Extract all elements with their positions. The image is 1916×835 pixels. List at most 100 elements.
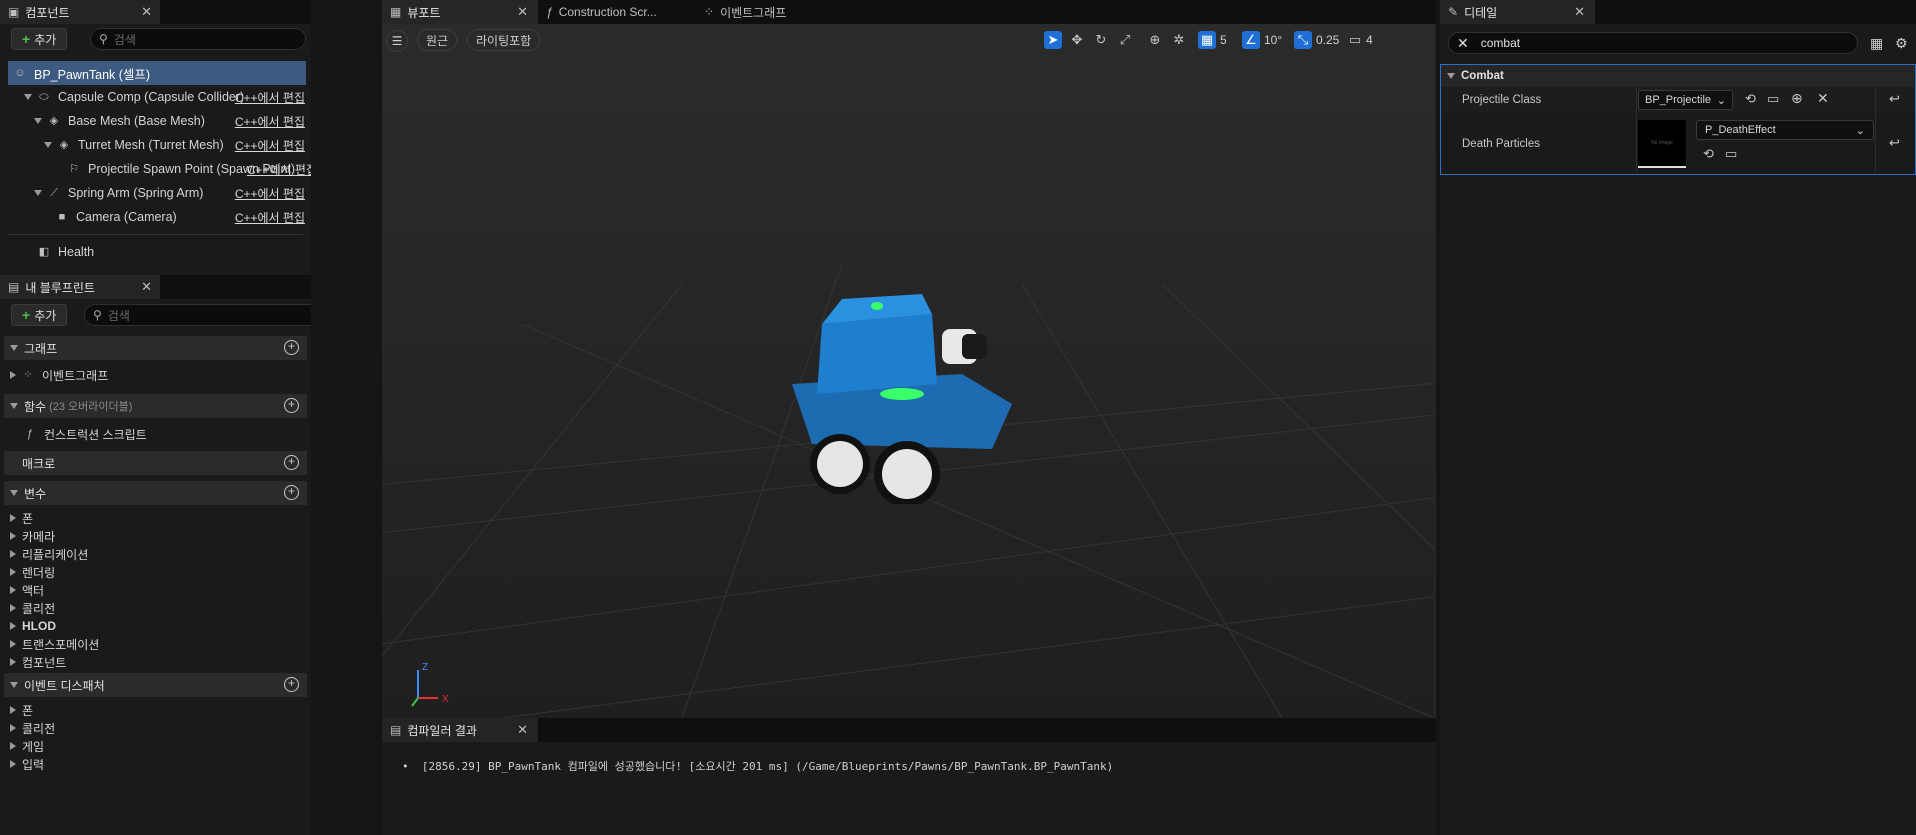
expand-icon[interactable] — [10, 550, 16, 558]
tab-viewport[interactable]: ▦ 뷰포트 ✕ — [382, 0, 538, 24]
viewport-menu-button[interactable]: ☰ — [386, 30, 408, 52]
expand-icon[interactable] — [10, 622, 16, 630]
expand-icon[interactable] — [10, 371, 16, 379]
expand-icon[interactable] — [10, 724, 16, 732]
expand-icon[interactable] — [24, 94, 32, 100]
variables-section-header[interactable]: 변수 + — [4, 481, 307, 505]
health-component-row[interactable]: ◧ Health — [38, 240, 308, 264]
expand-icon[interactable] — [10, 658, 16, 666]
collapse-icon[interactable] — [10, 682, 18, 688]
scale-snap-icon[interactable]: ⤡ — [1294, 31, 1312, 49]
add-graph-icon[interactable]: + — [284, 340, 299, 355]
rotate-icon[interactable]: ↻ — [1092, 31, 1110, 49]
expand-icon[interactable] — [10, 568, 16, 576]
asset-thumbnail[interactable]: No Image — [1638, 120, 1686, 168]
edit-in-cpp-link[interactable]: C++에서 편집 — [247, 161, 311, 178]
component-root-row[interactable]: ☺ BP_PawnTank (셀프) — [8, 61, 306, 85]
clear-icon[interactable]: ✕ — [1817, 90, 1829, 107]
edit-in-cpp-link[interactable]: C++에서 편집 — [235, 209, 305, 226]
component-row[interactable]: ⬭ Capsule Comp (Capsule Collider) C++에서 … — [24, 85, 311, 109]
tab-my-blueprint[interactable]: ▤ 내 블루프린트 ✕ — [0, 275, 160, 299]
camera-speed-icon[interactable]: ▭ — [1346, 31, 1364, 49]
details-search-input[interactable]: ✕ combat — [1448, 32, 1858, 54]
expand-icon[interactable] — [10, 586, 16, 594]
browse-to-asset-icon[interactable]: ⟲ — [1703, 146, 1714, 162]
expand-icon[interactable] — [44, 142, 52, 148]
expand-icon[interactable] — [10, 514, 16, 522]
variable-category[interactable]: 콜리전 — [0, 599, 99, 617]
scale-snap-value[interactable]: 0.25 — [1316, 33, 1339, 47]
close-icon[interactable]: ✕ — [141, 4, 152, 20]
expand-icon[interactable] — [10, 760, 16, 768]
tab-construction-script[interactable]: ƒ Construction Scr... — [538, 0, 696, 24]
camera-speed-value[interactable]: 4 — [1366, 33, 1373, 47]
browse-to-asset-icon[interactable]: ⟲ — [1745, 91, 1756, 107]
grid-snap-value[interactable]: 5 — [1220, 33, 1238, 47]
expand-icon[interactable] — [10, 742, 16, 750]
world-local-icon[interactable]: ⊕ — [1146, 31, 1164, 49]
collapse-icon[interactable] — [10, 490, 18, 496]
rotation-snap-icon[interactable]: ∠ — [1242, 31, 1260, 49]
browse-folder-icon[interactable]: ▭ — [1725, 146, 1737, 162]
variable-category[interactable]: 리플리케이션 — [0, 545, 99, 563]
macros-section-header[interactable]: 매크로 + — [4, 451, 307, 475]
tab-event-graph[interactable]: ⁘ 이벤트그래프 — [696, 0, 816, 24]
dispatcher-category[interactable]: 입력 — [0, 755, 55, 773]
scale-icon[interactable]: ⤢ — [1116, 31, 1134, 49]
variable-category[interactable]: 렌더링 — [0, 563, 99, 581]
browse-folder-icon[interactable]: ▭ — [1767, 91, 1779, 107]
variable-category[interactable]: 컴포넌트 — [0, 653, 99, 671]
projectile-class-dropdown[interactable]: BP_Projectile ⌄ — [1638, 90, 1733, 110]
select-icon[interactable]: ➤ — [1044, 31, 1062, 49]
reset-to-default-icon[interactable]: ↩ — [1889, 91, 1900, 107]
surface-snap-icon[interactable]: ✲ — [1170, 31, 1188, 49]
variable-category[interactable]: HLOD — [0, 617, 99, 635]
expand-icon[interactable] — [34, 190, 42, 196]
variable-category[interactable]: 트랜스포메이션 — [0, 635, 99, 653]
graphs-section-header[interactable]: 그래프 + — [4, 336, 307, 360]
dispatcher-category[interactable]: 게임 — [0, 737, 55, 755]
variable-category[interactable]: 카메라 — [0, 527, 99, 545]
expand-icon[interactable] — [10, 706, 16, 714]
edit-in-cpp-link[interactable]: C++에서 편집 — [235, 113, 305, 130]
close-icon[interactable]: ✕ — [517, 4, 528, 20]
add-member-button[interactable]: + 추가 — [11, 304, 68, 326]
add-variable-icon[interactable]: + — [284, 485, 299, 500]
collapse-icon[interactable] — [1447, 73, 1455, 79]
dispatcher-category[interactable]: 콜리전 — [0, 719, 55, 737]
grid-snap-icon[interactable]: ▦ — [1198, 31, 1216, 49]
expand-icon[interactable] — [10, 640, 16, 648]
death-particles-dropdown[interactable]: P_DeathEffect ⌄ — [1696, 120, 1874, 140]
construction-script-item[interactable]: ƒ 컨스트럭션 스크립트 — [14, 424, 147, 444]
rotation-snap-value[interactable]: 10° — [1264, 33, 1282, 47]
collapse-icon[interactable] — [10, 345, 18, 351]
tab-details[interactable]: ✎ 디테일 ✕ — [1440, 0, 1595, 24]
component-row[interactable]: ◈ Turret Mesh (Turret Mesh) C++에서 편집 — [44, 133, 311, 157]
reset-to-default-icon[interactable]: ↩ — [1889, 135, 1900, 151]
edit-in-cpp-link[interactable]: C++에서 편집 — [235, 89, 305, 106]
component-row[interactable]: ■ Camera (Camera) C++에서 편집 — [56, 205, 311, 229]
expand-icon[interactable] — [10, 604, 16, 612]
tab-compiler-results[interactable]: ▤ 컴파일러 결과 ✕ — [382, 718, 538, 742]
viewport[interactable]: Z X — [382, 24, 1434, 718]
close-icon[interactable]: ✕ — [517, 722, 528, 738]
lighting-mode-button[interactable]: 라이팅포함 — [467, 29, 541, 51]
edit-in-cpp-link[interactable]: C++에서 편집 — [235, 137, 305, 154]
variable-category[interactable]: 액터 — [0, 581, 99, 599]
add-dispatcher-icon[interactable]: + — [284, 677, 299, 692]
close-icon[interactable]: ✕ — [1574, 4, 1585, 20]
property-matrix-icon[interactable]: ▦ — [1870, 35, 1883, 52]
translate-icon[interactable]: ✥ — [1068, 31, 1086, 49]
tab-components[interactable]: ▣ 컴포넌트 ✕ — [0, 0, 160, 24]
event-graph-item[interactable]: ⁘ 이벤트그래프 — [0, 365, 108, 385]
functions-section-header[interactable]: 함수 (23 오버라이더블) + — [4, 394, 307, 418]
dispatchers-section-header[interactable]: 이벤트 디스패처 + — [4, 673, 307, 697]
gear-icon[interactable]: ⚙ — [1895, 35, 1908, 52]
edit-in-cpp-link[interactable]: C++에서 편집 — [235, 185, 305, 202]
expand-icon[interactable] — [34, 118, 42, 124]
collapse-icon[interactable] — [10, 403, 18, 409]
variable-category[interactable]: 폰 — [0, 509, 99, 527]
component-row[interactable]: ⟋ Spring Arm (Spring Arm) C++에서 편집 — [34, 181, 311, 205]
blueprint-search-input[interactable]: ⚲ 검색 — [84, 304, 311, 326]
close-icon[interactable]: ✕ — [141, 279, 152, 295]
